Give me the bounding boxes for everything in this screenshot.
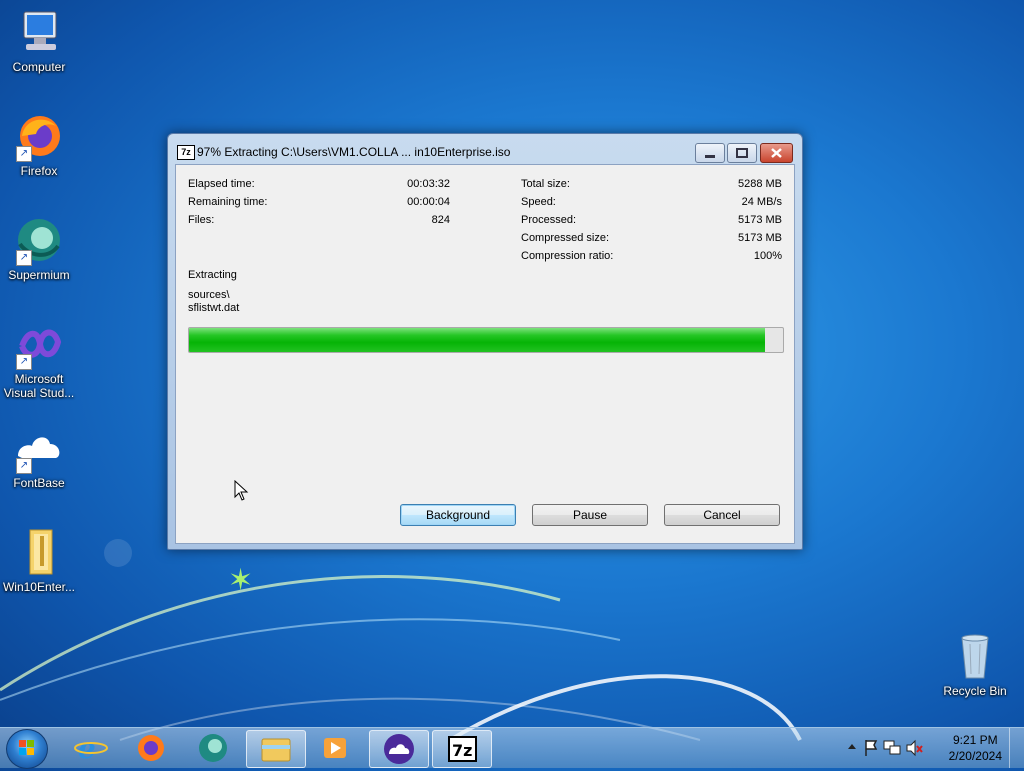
minimize-button[interactable] — [695, 143, 725, 163]
desktop-icon-win10-folder[interactable]: Win10Enter... — [1, 528, 77, 594]
taskbar-7zip[interactable]: 7z — [432, 730, 492, 768]
desktop-icon-firefox[interactable]: ↗ Firefox — [1, 112, 77, 178]
compressed-size-label: Compressed size: — [521, 232, 610, 244]
files-value: 824 — [431, 214, 450, 226]
supermium-icon — [199, 734, 227, 762]
tray-icons — [848, 739, 923, 757]
action-center-flag-icon — [865, 740, 878, 756]
window-title: 97% Extracting C:\Users\VM1.COLLA ... in… — [197, 145, 511, 159]
shortcut-arrow-icon: ↗ — [16, 458, 32, 474]
compression-ratio-value: 100% — [753, 250, 782, 262]
remaining-time-value: 00:00:04 — [407, 196, 450, 208]
taskbar-firefox[interactable] — [122, 730, 180, 766]
desktop-icon-label: Microsoft Visual Stud... — [3, 372, 75, 400]
progress-bar — [188, 327, 784, 353]
processed-label: Processed: — [521, 214, 577, 226]
svg-text:e: e — [78, 732, 96, 765]
firefox-icon — [138, 735, 164, 761]
fontbase-icon: ↗ — [14, 424, 64, 474]
taskbar-file-explorer[interactable] — [246, 730, 306, 768]
maximize-button[interactable] — [727, 143, 757, 163]
minimize-icon — [705, 155, 715, 158]
recycle-bin-icon — [950, 632, 1000, 682]
shortcut-arrow-icon: ↗ — [16, 354, 32, 370]
clock-time: 9:21 PM — [952, 733, 998, 747]
close-icon — [771, 148, 782, 158]
computer-icon — [14, 8, 64, 58]
speed-value: 24 MB/s — [741, 196, 782, 208]
internet-explorer-icon: e — [74, 732, 108, 765]
fontbase-icon — [384, 734, 414, 764]
taskbar-fontbase[interactable] — [369, 730, 429, 768]
show-desktop-button[interactable] — [1009, 728, 1024, 768]
desktop-icon-fontbase[interactable]: ↗ FontBase — [1, 424, 77, 490]
volume-muted-icon — [906, 739, 916, 757]
desktop-icon-label: Firefox — [20, 164, 58, 178]
pause-button[interactable]: Pause — [532, 504, 648, 526]
desktop-icon-label: Supermium — [8, 268, 70, 282]
cancel-button[interactable]: Cancel — [664, 504, 780, 526]
windows-logo-icon — [19, 740, 34, 755]
clock[interactable]: 9:21 PM 2/20/2024 — [949, 732, 1002, 764]
dialog-body: Elapsed time: 00:03:32 Remaining time: 0… — [175, 164, 795, 544]
taskbar-supermium[interactable] — [184, 730, 242, 766]
elapsed-time-value: 00:03:32 — [407, 178, 450, 190]
show-hidden-icons-icon — [848, 744, 856, 749]
total-size-label: Total size: — [521, 178, 570, 190]
extraction-window: 7z 97% Extracting C:\Users\VM1.COLLA ...… — [167, 133, 803, 550]
svg-text:✶: ✶ — [228, 563, 253, 598]
clock-date: 2/20/2024 — [948, 749, 1002, 763]
desktop-icon-visual-studio[interactable]: ↗ Microsoft Visual Stud... — [1, 320, 77, 400]
shortcut-arrow-icon: ↗ — [16, 250, 32, 266]
mouse-cursor-icon — [234, 480, 249, 501]
progress-fill — [189, 328, 766, 352]
start-button[interactable] — [6, 729, 48, 769]
taskbar-media-player[interactable] — [306, 730, 364, 766]
visual-studio-icon: ↗ — [14, 320, 64, 370]
7zip-icon: 7z — [448, 736, 477, 762]
desktop-icon-label: Win10Enter... — [2, 580, 76, 594]
desktop-icon-label: Recycle Bin — [943, 684, 1007, 698]
desktop-icon-label: FontBase — [13, 476, 65, 490]
compression-ratio-label: Compression ratio: — [521, 250, 614, 262]
shortcut-arrow-icon: ↗ — [16, 146, 32, 162]
7zip-icon: 7z — [177, 145, 195, 160]
files-label: Files: — [188, 214, 215, 226]
file-explorer-icon — [261, 738, 291, 762]
firefox-icon: ↗ — [14, 112, 64, 162]
remaining-time-label: Remaining time: — [188, 196, 268, 208]
desktop-icon-supermium[interactable]: ↗ Supermium — [1, 216, 77, 282]
taskbar: e 7z 9:21 PM 2/20/2024 — [0, 727, 1024, 769]
desktop-icon-label: Computer — [12, 60, 66, 74]
processed-value: 5173 MB — [737, 214, 782, 226]
system-tray: 9:21 PM 2/20/2024 — [844, 728, 1024, 768]
current-file: sflistwt.dat — [188, 302, 240, 314]
desktop-icon-computer[interactable]: Computer — [1, 8, 77, 74]
folder-icon — [14, 528, 64, 578]
elapsed-time-label: Elapsed time: — [188, 178, 255, 190]
current-path: sources\ — [188, 289, 230, 301]
desktop-icon-recycle-bin[interactable]: Recycle Bin — [937, 632, 1013, 698]
background-button[interactable]: Background — [400, 504, 516, 526]
maximize-icon — [736, 148, 748, 158]
svg-text:7z: 7z — [452, 741, 472, 760]
total-size-value: 5288 MB — [737, 178, 782, 190]
media-player-icon — [324, 738, 346, 758]
taskbar-internet-explorer[interactable]: e — [62, 730, 120, 766]
supermium-icon: ↗ — [14, 216, 64, 266]
speed-label: Speed: — [521, 196, 556, 208]
compressed-size-value: 5173 MB — [737, 232, 782, 244]
close-button[interactable] — [760, 143, 793, 163]
operation-label: Extracting — [188, 269, 237, 281]
